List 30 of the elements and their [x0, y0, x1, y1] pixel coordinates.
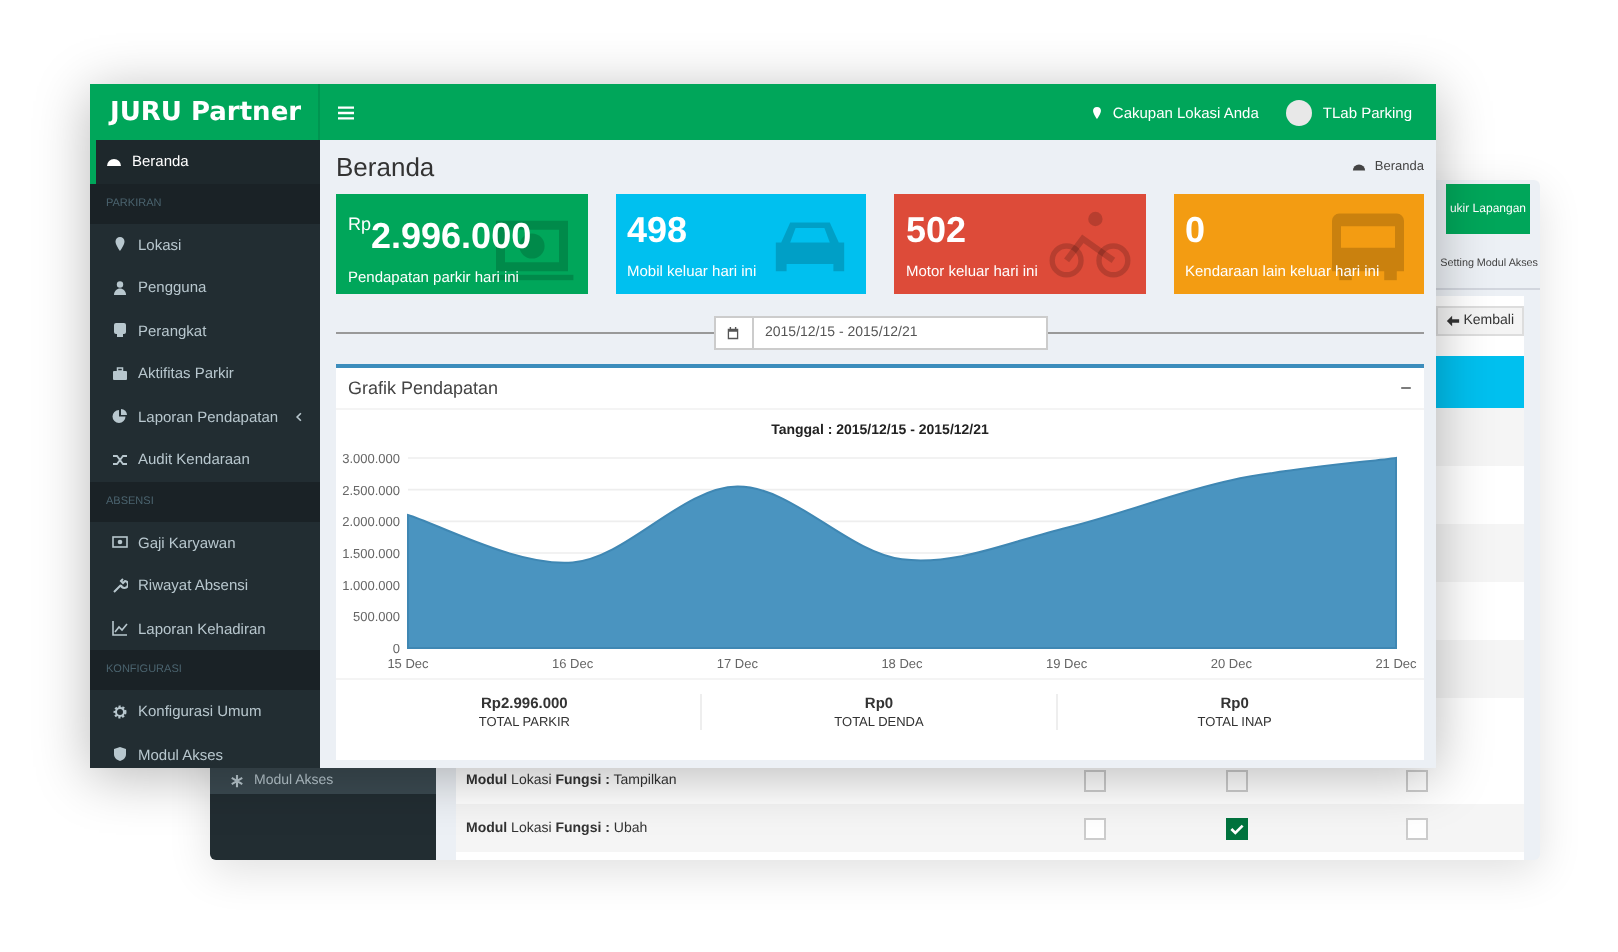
wrench-icon	[112, 577, 128, 594]
map-pin-icon	[1090, 105, 1105, 119]
shield-icon	[112, 746, 128, 763]
monitor-icon	[112, 322, 128, 339]
stat-value: 502	[906, 209, 967, 249]
asterisk-icon	[230, 774, 244, 788]
gear-icon	[112, 703, 128, 720]
bicycle-icon	[1045, 210, 1133, 282]
brand-logo-text: JURU Partner	[110, 97, 302, 127]
checkbox[interactable]	[1225, 817, 1247, 839]
pie-chart-icon	[112, 408, 128, 425]
briefcase-icon	[112, 365, 128, 382]
collapse-icon[interactable]	[1400, 382, 1412, 394]
stat-value: 0	[1185, 209, 1206, 249]
shuffle-icon	[112, 451, 128, 468]
money-icon	[112, 534, 128, 551]
chevron-icon	[294, 411, 304, 422]
line-chart-icon	[112, 620, 128, 637]
stat-value: $^{Rp}$2.996.000	[348, 211, 532, 255]
panel-title: Grafik Pendapatan	[348, 378, 499, 398]
dashboard-icon	[1352, 160, 1367, 174]
arrow-left-icon	[1445, 314, 1460, 328]
calendar-icon	[726, 325, 740, 339]
stat-value: 498	[627, 209, 688, 249]
avatar[interactable]	[1286, 99, 1313, 125]
page-title: Beranda	[336, 152, 435, 182]
map-pin-icon	[112, 236, 128, 253]
dashboard-icon	[106, 153, 122, 170]
user-icon	[112, 279, 128, 296]
menu-icon[interactable]	[338, 105, 354, 119]
